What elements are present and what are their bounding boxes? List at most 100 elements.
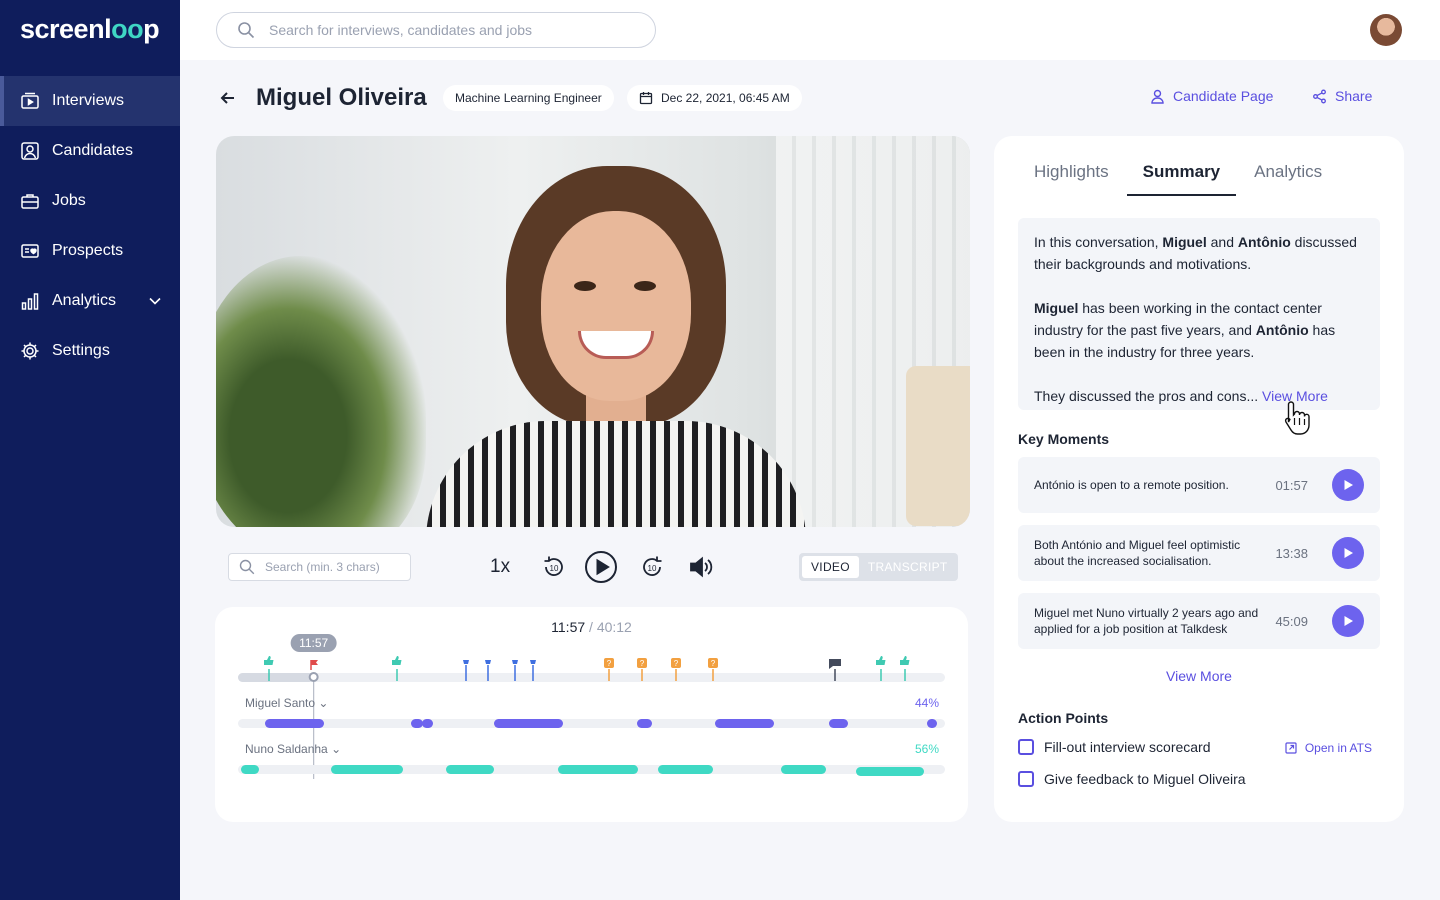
video-background-chair — [906, 366, 970, 526]
back-arrow-icon[interactable] — [218, 88, 238, 108]
svg-text:?: ? — [607, 659, 612, 668]
interview-details-panel: Highlights Summary Analytics In this con… — [994, 136, 1404, 822]
search-icon — [238, 22, 255, 39]
video-icon — [21, 92, 39, 109]
speaker-segment[interactable] — [331, 765, 403, 774]
key-moments-view-more-link[interactable]: View More — [994, 668, 1404, 684]
transcript-mode-tab[interactable]: TRANSCRIPT — [859, 556, 957, 578]
play-icon[interactable] — [584, 550, 618, 584]
action-point-item: Give feedback to Miguel Oliveira — [1018, 771, 1246, 787]
summary-text: In this conversation, Miguel and Antônio… — [1018, 218, 1380, 410]
speaker-name[interactable]: Miguel Santo ⌄ — [245, 696, 328, 710]
key-moment-item[interactable]: Both António and Miguel feel optimistic … — [1018, 525, 1380, 581]
global-search[interactable] — [216, 12, 656, 48]
transcript-search-input[interactable] — [265, 560, 405, 574]
view-mode-toggle: VIDEO TRANSCRIPT — [799, 553, 958, 581]
action-point-item: Fill-out interview scorecard — [1018, 739, 1211, 755]
interview-date-badge: Dec 22, 2021, 06:45 AM — [627, 85, 802, 111]
progress-track[interactable] — [238, 673, 945, 682]
topbar — [180, 0, 1440, 60]
sidebar: screenloop Interviews Candidates Jobs Pr… — [0, 0, 180, 900]
tab-highlights[interactable]: Highlights — [1034, 162, 1109, 196]
svg-text:10: 10 — [550, 564, 559, 573]
play-icon — [1344, 616, 1353, 626]
playhead-knob[interactable] — [308, 672, 319, 682]
gear-icon — [21, 342, 39, 360]
key-moments-title: Key Moments — [1018, 431, 1110, 447]
speaker-segment[interactable] — [494, 719, 563, 728]
speaker-segment[interactable] — [829, 719, 848, 728]
speaker-segment[interactable] — [781, 765, 826, 774]
time-bubble-label: 11:57 — [299, 636, 328, 650]
speaker-segment[interactable] — [558, 765, 638, 774]
video-background-plant — [216, 256, 426, 527]
action-point-checkbox[interactable] — [1018, 771, 1034, 787]
sidebar-item-candidates[interactable]: Candidates — [0, 126, 180, 176]
play-icon — [1344, 548, 1353, 558]
volume-icon[interactable] — [689, 555, 715, 579]
speaker-segment[interactable] — [411, 719, 423, 728]
svg-text:?: ? — [640, 659, 645, 668]
timeline-graphic: ? ? ? ? 11:57 — [238, 634, 945, 779]
action-point-checkbox[interactable] — [1018, 739, 1034, 755]
sidebar-nav: Interviews Candidates Jobs Prospects Ana… — [0, 76, 180, 376]
speaker-segment[interactable] — [715, 719, 774, 728]
chevron-down-icon[interactable] — [148, 294, 162, 308]
speaker-segment[interactable] — [446, 765, 494, 774]
play-moment-button[interactable] — [1332, 605, 1364, 637]
speaker-percentage: 56% — [915, 742, 940, 756]
playback-speed-button[interactable]: 1x — [490, 556, 510, 578]
svg-text:?: ? — [711, 659, 716, 668]
open-in-ats-link[interactable]: Open in ATS — [1285, 741, 1372, 755]
speaker-segment[interactable] — [927, 719, 937, 728]
candidate-page-button[interactable]: Candidate Page — [1150, 88, 1273, 104]
speaker-segment[interactable] — [637, 719, 652, 728]
global-search-input[interactable] — [269, 22, 629, 38]
speaker-name[interactable]: Nuno Saldanha ⌄ — [245, 742, 341, 756]
search-icon — [239, 559, 255, 575]
bar-chart-icon — [21, 293, 39, 310]
key-moment-item[interactable]: Miguel met Nuno virtually 2 years ago an… — [1018, 593, 1380, 649]
transcript-search[interactable] — [228, 553, 411, 581]
hand-cursor-icon — [1284, 401, 1310, 435]
red-flag-marker[interactable] — [310, 660, 318, 670]
speaker-percentage: 44% — [915, 696, 940, 710]
share-button[interactable]: Share — [1312, 88, 1372, 104]
briefcase-icon — [21, 194, 39, 209]
tab-analytics[interactable]: Analytics — [1254, 162, 1322, 196]
play-moment-button[interactable] — [1332, 537, 1364, 569]
video-player[interactable] — [216, 136, 970, 527]
speaker-segment[interactable] — [658, 765, 713, 774]
screenloop-logo[interactable]: screenloop — [20, 14, 160, 45]
candidate-name: Miguel Oliveira — [256, 84, 427, 111]
progress-fill — [238, 673, 314, 682]
speaker-segment[interactable] — [856, 767, 924, 776]
speaker-segment[interactable] — [422, 719, 433, 728]
user-icon — [1151, 89, 1164, 104]
speaker-segment[interactable] — [241, 765, 259, 774]
video-mode-tab[interactable]: VIDEO — [802, 556, 859, 578]
sidebar-item-interviews[interactable]: Interviews — [0, 76, 180, 126]
sidebar-item-jobs[interactable]: Jobs — [0, 176, 180, 226]
panel-tabs: Highlights Summary Analytics — [1034, 162, 1356, 196]
job-title-badge: Machine Learning Engineer — [443, 85, 614, 111]
speaker-segment[interactable] — [265, 719, 324, 728]
prospect-icon — [21, 244, 39, 258]
play-icon — [1344, 480, 1353, 490]
user-avatar[interactable] — [1370, 14, 1402, 46]
sidebar-item-prospects[interactable]: Prospects — [0, 226, 180, 276]
interview-timeline: 11:57 / 40:12 ? ? ? ? 11:57 Miguel Santo… — [215, 607, 968, 822]
tab-summary[interactable]: Summary — [1126, 162, 1237, 196]
sidebar-item-analytics[interactable]: Analytics — [0, 276, 180, 326]
calendar-icon — [639, 92, 653, 105]
play-moment-button[interactable] — [1332, 469, 1364, 501]
action-points-title: Action Points — [1018, 710, 1109, 726]
sidebar-item-settings[interactable]: Settings — [0, 326, 180, 376]
external-link-icon — [1285, 742, 1297, 754]
svg-text:10: 10 — [648, 564, 657, 573]
forward-10-icon[interactable]: 10 — [639, 554, 665, 580]
key-moment-item[interactable]: António is open to a remote position. 01… — [1018, 457, 1380, 513]
video-candidate-figure — [426, 156, 806, 527]
svg-text:?: ? — [674, 659, 679, 668]
rewind-10-icon[interactable]: 10 — [541, 554, 567, 580]
